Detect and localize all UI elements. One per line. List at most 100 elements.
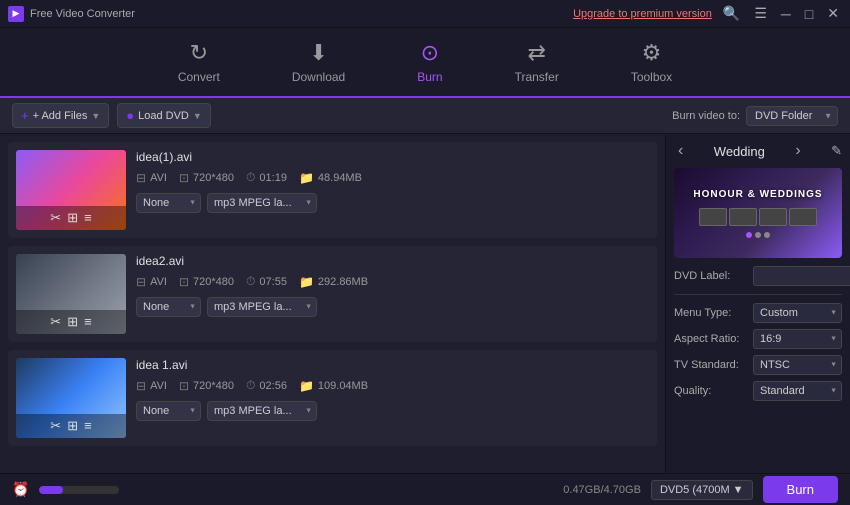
maximize-button[interactable]: □ [802, 6, 816, 22]
preview-dot-2[interactable] [755, 232, 761, 238]
search-icon[interactable]: 🔍 [720, 5, 743, 22]
quality-label: Quality: [674, 385, 749, 397]
menu-icon[interactable]: ☰ [751, 5, 770, 22]
dvd-size-select[interactable]: DVD5 (4700M ▼ [651, 480, 753, 500]
nav-label-convert: Convert [178, 70, 220, 84]
file-controls: None English mp3 MPEG la... AAC [136, 297, 649, 317]
title-bar-left: ▶ Free Video Converter [8, 6, 135, 22]
folder-icon: 📁 [299, 275, 314, 289]
file-duration: ⏱ 01:19 [246, 170, 287, 185]
panel-prev-button[interactable]: ‹ [674, 142, 687, 160]
audio-none-select[interactable]: None English [136, 401, 201, 421]
panel-header: ‹ Wedding › ✎ [674, 142, 842, 160]
transfer-icon: ⇄ [527, 40, 545, 66]
burn-video-to-label: Burn video to: [672, 110, 740, 122]
nav-item-toolbox[interactable]: ⚙ Toolbox [615, 32, 688, 92]
resolution-icon: ⊡ [179, 171, 189, 185]
status-progress-bar [39, 486, 119, 494]
format-icon: ⊟ [136, 171, 146, 185]
audio-format-wrapper: mp3 MPEG la... AAC [207, 297, 317, 317]
panel-next-button[interactable]: › [791, 142, 804, 160]
scissors-icon[interactable]: ✂ [50, 210, 61, 226]
file-item: ✂ ⊞ ≡ idea2.avi ⊟ AVI ⊡ 720*480 [8, 246, 657, 342]
convert-icon: ↻ [190, 40, 208, 66]
clock-icon: ⏰ [12, 481, 29, 498]
nav-item-transfer[interactable]: ⇄ Transfer [499, 32, 575, 92]
file-info: idea2.avi ⊟ AVI ⊡ 720*480 ⏱ 07:55 [136, 254, 649, 317]
audio-format-select[interactable]: mp3 MPEG la... AAC [207, 297, 317, 317]
file-format: ⊟ AVI [136, 379, 167, 393]
file-name: idea 1.avi [136, 358, 649, 372]
app-name: Free Video Converter [30, 8, 135, 20]
menu-type-select[interactable]: Custom None [753, 303, 842, 323]
file-info: idea 1.avi ⊟ AVI ⊡ 720*480 ⏱ 02:56 [136, 358, 649, 421]
file-size: 📁 109.04MB [299, 379, 368, 393]
preview-dot-3[interactable] [764, 232, 770, 238]
nav-item-download[interactable]: ⬇ Download [276, 32, 361, 92]
aspect-ratio-label: Aspect Ratio: [674, 333, 749, 345]
resolution-icon: ⊡ [179, 379, 189, 393]
main-content: ✂ ⊞ ≡ idea(1).avi ⊟ AVI ⊡ 720*480 [0, 134, 850, 473]
storage-info: 0.47GB/4.70GB [563, 484, 641, 496]
menu-type-label: Menu Type: [674, 307, 749, 319]
file-thumbnail: ✂ ⊞ ≡ [16, 358, 126, 438]
panel-edit-button[interactable]: ✎ [831, 143, 842, 159]
nav-label-burn: Burn [417, 70, 442, 84]
load-dvd-label: Load DVD [138, 110, 189, 122]
dvd-label-label: DVD Label: [674, 270, 749, 282]
folder-icon: 📁 [299, 171, 314, 185]
nav-item-convert[interactable]: ↻ Convert [162, 32, 236, 92]
tv-standard-wrapper: NTSC PAL [753, 355, 842, 375]
upgrade-link[interactable]: Upgrade to premium version [573, 8, 712, 20]
crop-icon[interactable]: ⊞ [67, 314, 78, 330]
burn-dest-wrapper: DVD Folder ISO File DVD Disc [746, 106, 838, 126]
resolution-icon: ⊡ [179, 275, 189, 289]
dvd-size-label: DVD5 (4700M [660, 484, 730, 496]
clock-icon: ⏱ [246, 170, 255, 185]
audio-none-select[interactable]: None English [136, 297, 201, 317]
file-size: 📁 48.94MB [299, 171, 362, 185]
nav-item-burn[interactable]: ⊙ Burn [401, 32, 458, 92]
file-resolution: ⊡ 720*480 [179, 275, 234, 289]
aspect-ratio-select[interactable]: 16:9 4:3 [753, 329, 842, 349]
minimize-button[interactable]: ─ [778, 6, 794, 22]
app-logo: ▶ [8, 6, 24, 22]
burn-button[interactable]: Burn [763, 476, 838, 503]
tv-standard-label: TV Standard: [674, 359, 749, 371]
quality-select[interactable]: Standard High [753, 381, 842, 401]
title-bar: ▶ Free Video Converter Upgrade to premiu… [0, 0, 850, 28]
effects-icon[interactable]: ≡ [84, 418, 92, 434]
audio-format-select[interactable]: mp3 MPEG la... AAC [207, 401, 317, 421]
audio-format-select[interactable]: mp3 MPEG la... AAC [207, 193, 317, 213]
burn-dest-select[interactable]: DVD Folder ISO File DVD Disc [746, 106, 838, 126]
crop-icon[interactable]: ⊞ [67, 418, 78, 434]
aspect-ratio-wrapper: 16:9 4:3 [753, 329, 842, 349]
effects-icon[interactable]: ≡ [84, 314, 92, 330]
audio-none-select[interactable]: None English [136, 193, 201, 213]
thumbnail-overlay: ✂ ⊞ ≡ [16, 310, 126, 334]
scissors-icon[interactable]: ✂ [50, 314, 61, 330]
download-icon: ⬇ [309, 40, 327, 66]
load-dvd-dropdown-icon: ▼ [193, 111, 202, 121]
file-resolution: ⊡ 720*480 [179, 171, 234, 185]
dvd-label-input[interactable] [753, 266, 850, 286]
quality-wrapper: Standard High [753, 381, 842, 401]
scissors-icon[interactable]: ✂ [50, 418, 61, 434]
file-thumbnail: ✂ ⊞ ≡ [16, 150, 126, 230]
audio-format-wrapper: mp3 MPEG la... AAC [207, 401, 317, 421]
close-button[interactable]: ✕ [824, 5, 842, 22]
add-files-button[interactable]: + + Add Files ▼ [12, 103, 109, 128]
preview-dot-1[interactable] [746, 232, 752, 238]
tv-standard-select[interactable]: NTSC PAL [753, 355, 842, 375]
crop-icon[interactable]: ⊞ [67, 210, 78, 226]
status-progress-fill [39, 486, 63, 494]
nav-bar: ↻ Convert ⬇ Download ⊙ Burn ⇄ Transfer ⚙… [0, 28, 850, 98]
effects-icon[interactable]: ≡ [84, 210, 92, 226]
dvd-icon: ● [126, 108, 134, 123]
toolbar: + + Add Files ▼ ● Load DVD ▼ Burn video … [0, 98, 850, 134]
clock-icon: ⏱ [246, 378, 255, 393]
add-icon: + [21, 108, 29, 123]
menu-type-wrapper: Custom None [753, 303, 842, 323]
load-dvd-button[interactable]: ● Load DVD ▼ [117, 103, 211, 128]
file-name: idea2.avi [136, 254, 649, 268]
